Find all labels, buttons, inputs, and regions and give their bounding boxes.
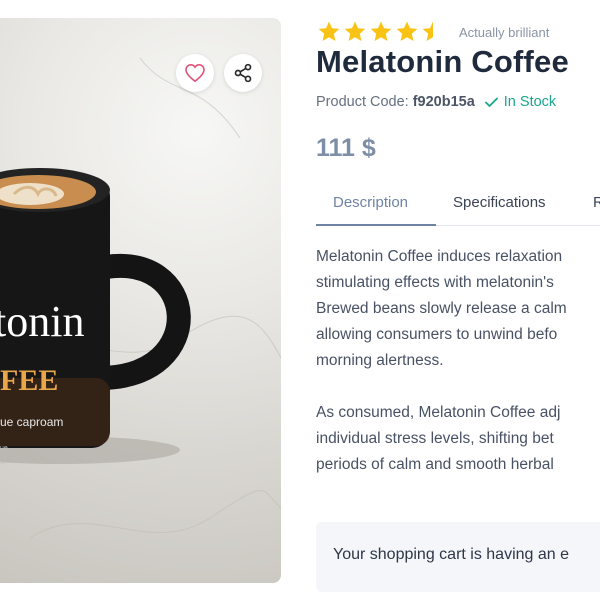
description-line: As consumed, Melatonin Coffee adj [316, 404, 561, 421]
description-line: Brewed beans slowly release a calm [316, 300, 567, 317]
description-line: periods of calm and smooth herbal [316, 456, 554, 473]
rating-text: Actually brilliant [459, 24, 550, 40]
share-button[interactable] [224, 54, 262, 92]
description-line: individual stress levels, shifting bet [316, 430, 554, 447]
star-rating [317, 20, 445, 44]
star-icon [344, 21, 366, 41]
product-title: Melatonin Coffee [316, 44, 569, 79]
mug-label-subtitle: ue caproam [0, 415, 63, 429]
description-line: morning alertness. [316, 352, 444, 369]
share-icon [234, 63, 252, 83]
wishlist-button[interactable] [176, 54, 214, 92]
heart-icon [185, 64, 205, 82]
star-icon [396, 21, 418, 41]
coffee-mug-illustration: tonin FEE ue caproam ue g) [0, 57, 281, 539]
description-line: Melatonin Coffee induces relaxation [316, 248, 563, 265]
rating-row: Actually brilliant [317, 20, 549, 44]
cart-notice: Your shopping cart is having an e [316, 522, 600, 592]
product-code-row: Product Code: f920b15a In Stock [316, 94, 556, 110]
mug-label-coffee: FEE [0, 364, 58, 397]
product-code-value: f920b15a [412, 94, 475, 110]
mug-label-small-2: g) [0, 457, 6, 464]
product-price: 111 $ [316, 134, 376, 162]
product-image: tonin FEE ue caproam ue g) [0, 18, 281, 583]
description-text: Melatonin Coffee induces relaxation stim… [316, 244, 600, 478]
tab-specifications[interactable]: Specifications [453, 194, 546, 211]
mug-label-small-1: ue [0, 445, 8, 452]
cart-notice-text: Your shopping cart is having an e [333, 546, 570, 563]
description-line: stimulating effects with melatonin's [316, 274, 554, 291]
description-paragraph-1: Melatonin Coffee induces relaxation stim… [316, 244, 600, 374]
active-tab-indicator [316, 224, 436, 226]
tab-reviews[interactable]: R [593, 194, 600, 211]
star-icon [422, 21, 433, 41]
check-icon [484, 97, 498, 107]
description-line: allowing consumers to unwind befo [316, 326, 558, 343]
description-paragraph-2: As consumed, Melatonin Coffee adj indivi… [316, 400, 600, 478]
product-tabs: Description Specifications R [316, 186, 600, 226]
mug-label-brand: tonin [0, 297, 84, 346]
star-icon [370, 21, 392, 41]
tab-description[interactable]: Description [333, 194, 408, 211]
star-icon [318, 21, 340, 41]
stock-text: In Stock [503, 94, 557, 110]
product-code-label: Product Code: [316, 94, 409, 110]
stock-status: In Stock [484, 94, 557, 110]
